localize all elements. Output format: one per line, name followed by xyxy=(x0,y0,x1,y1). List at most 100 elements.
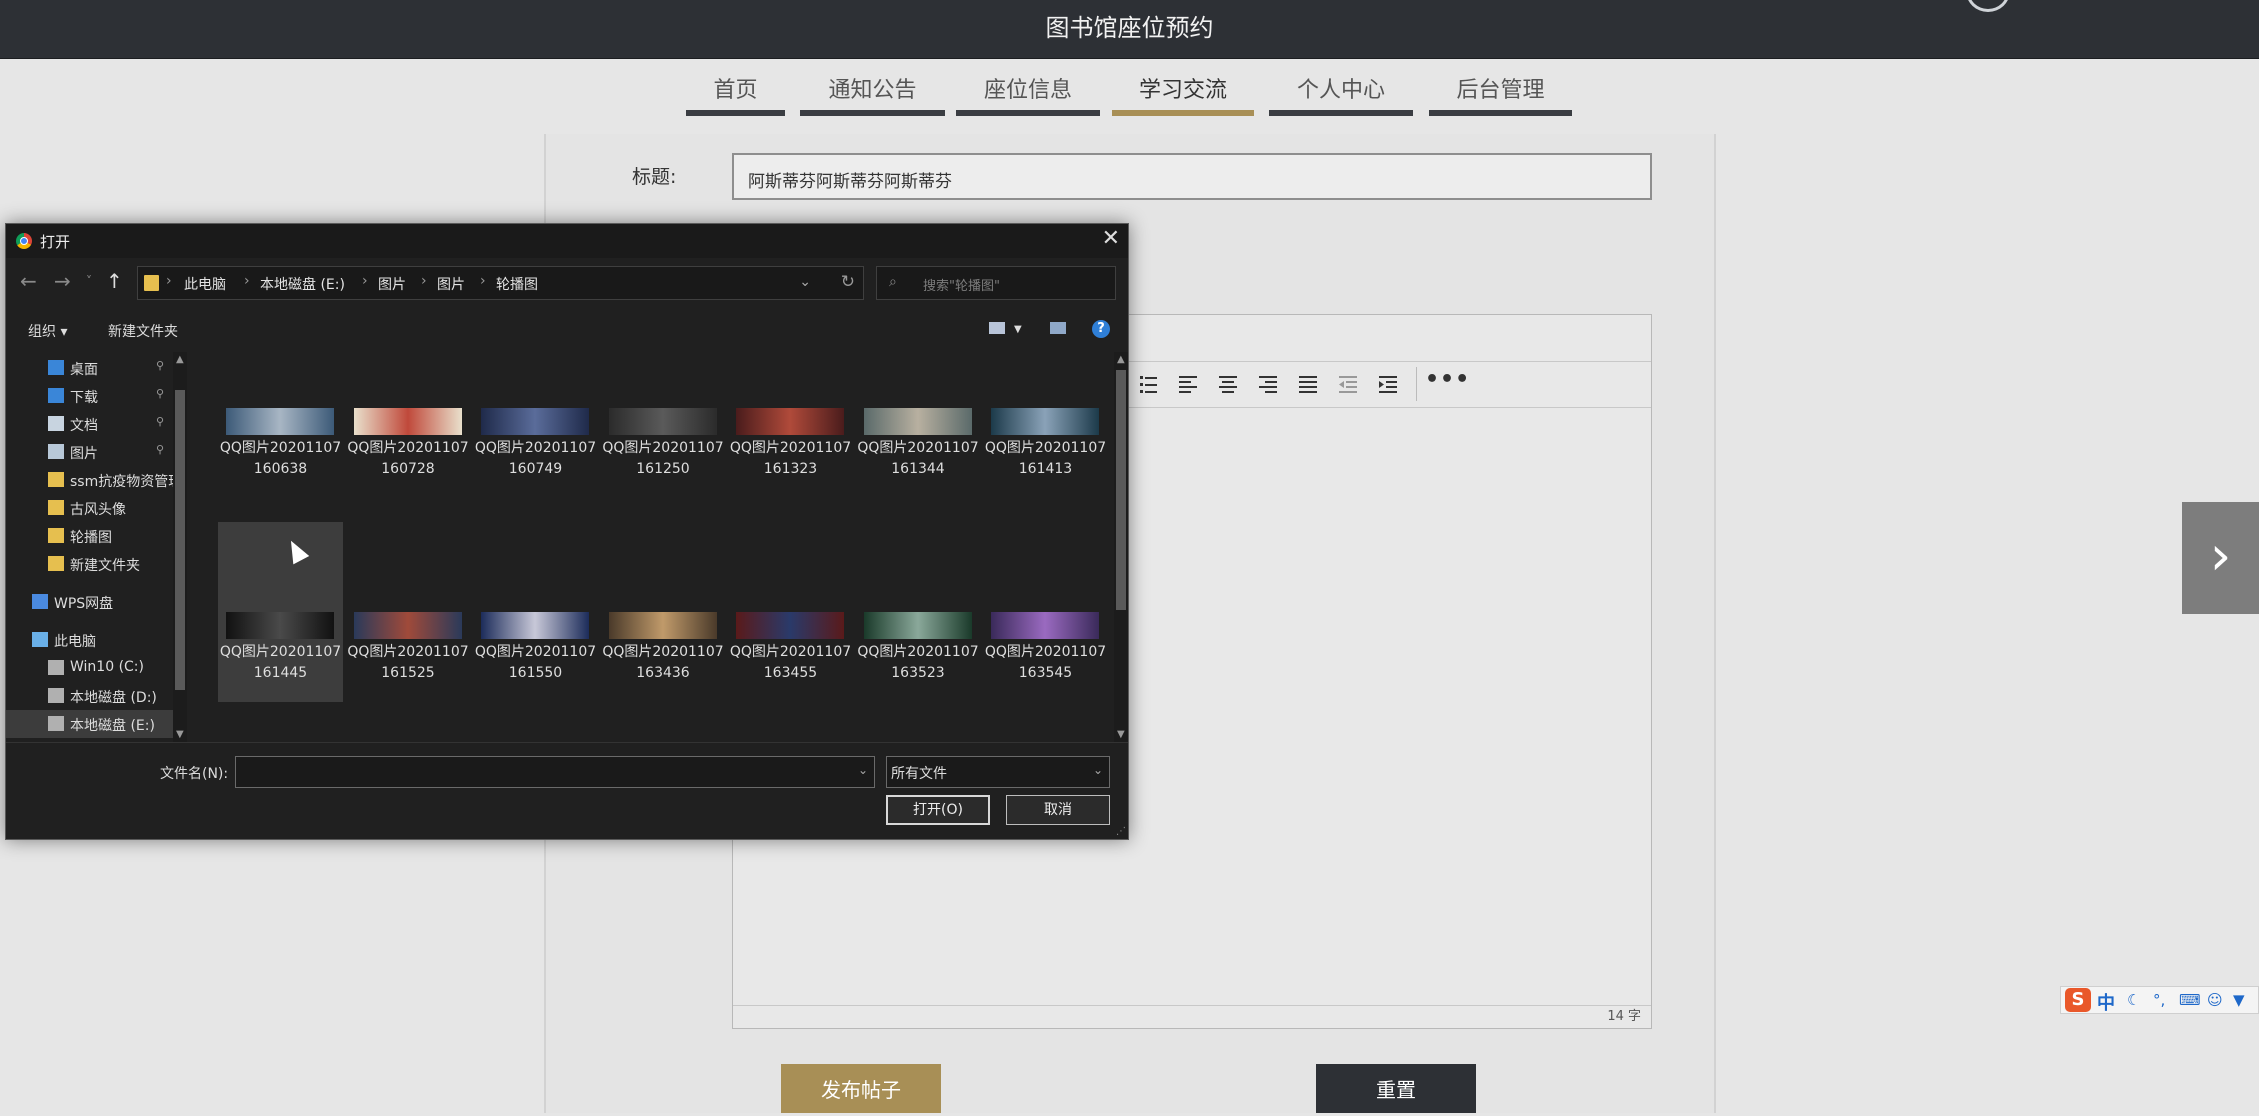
user-icon[interactable]: ☺ xyxy=(2207,991,2223,1009)
file-name: QQ图片20201107163545 xyxy=(984,644,1107,681)
publish-post-button[interactable]: 发布帖子 xyxy=(781,1064,941,1113)
breadcrumb-carousel[interactable]: 轮播图 xyxy=(496,274,538,294)
nav-pane-item[interactable]: 桌面 ⚲ xyxy=(6,354,176,382)
scroll-up-icon[interactable]: ▲ xyxy=(176,354,184,365)
recent-locations-icon[interactable]: ˅ xyxy=(86,274,92,288)
nav-pane-item[interactable]: 新建文件夹 xyxy=(6,550,176,578)
file-name: QQ图片20201107160728 xyxy=(347,440,469,477)
file-item[interactable]: QQ图片20201107163523 xyxy=(856,522,981,702)
refresh-icon[interactable]: ↻ xyxy=(841,272,855,292)
breadcrumb-this-pc[interactable]: 此电脑 xyxy=(184,274,226,294)
folder-icon xyxy=(144,275,159,291)
breadcrumb-drive-e[interactable]: 本地磁盘 (E:) xyxy=(260,274,345,294)
chevron-down-icon[interactable]: ▼ xyxy=(1014,324,1022,335)
align-right-icon[interactable] xyxy=(1257,373,1279,395)
title-input[interactable]: 阿斯蒂芬阿斯蒂芬阿斯蒂芬 xyxy=(732,153,1652,200)
scroll-up-icon[interactable]: ▲ xyxy=(1117,354,1125,365)
moon-icon[interactable]: ☾ xyxy=(2127,991,2140,1009)
nav-pane-item[interactable]: 下载 ⚲ xyxy=(6,382,176,410)
back-arrow-icon[interactable]: ← xyxy=(20,269,37,293)
file-item[interactable]: QQ图片20201107161445 xyxy=(218,522,343,702)
chevron-down-icon[interactable]: ⌄ xyxy=(1093,763,1103,777)
ime-mode-indicator[interactable]: 中 xyxy=(2097,989,2115,1015)
nav-tab-seats[interactable]: 座位信息 xyxy=(956,72,1100,116)
file-item[interactable]: QQ图片20201107161344 xyxy=(856,352,981,522)
breadcrumb-pictures[interactable]: 图片 xyxy=(378,274,406,294)
cancel-button[interactable]: 取消 xyxy=(1006,795,1110,825)
breadcrumb-separator: › xyxy=(166,273,172,289)
nav-tab-study-exchange[interactable]: 学习交流 xyxy=(1112,72,1254,116)
skin-icon[interactable]: ▼ xyxy=(2233,991,2245,1009)
align-left-icon[interactable] xyxy=(1177,373,1199,395)
scroll-down-icon[interactable]: ▼ xyxy=(1117,729,1125,740)
file-item[interactable]: QQ图片20201107160638 xyxy=(218,352,343,522)
address-bar[interactable]: › 此电脑 › 本地磁盘 (E:) › 图片 › 图片 › 轮播图 ⌄ ↻ xyxy=(137,266,864,300)
open-button[interactable]: 打开(O) xyxy=(886,795,990,825)
ime-toolbar[interactable]: S 中 ☾ °, ⌨ ☺ ▼ xyxy=(2060,986,2259,1014)
file-item[interactable]: QQ图片20201107163455 xyxy=(728,522,853,702)
nav-pane-item[interactable]: 本地磁盘 (E:) xyxy=(6,710,176,738)
chevron-down-icon[interactable]: ⌄ xyxy=(799,274,811,290)
file-name: QQ图片20201107163436 xyxy=(602,644,724,681)
up-arrow-icon[interactable]: ↑ xyxy=(106,269,123,293)
new-folder-button[interactable]: 新建文件夹 xyxy=(108,321,178,341)
nav-tab-personal-center[interactable]: 个人中心 xyxy=(1269,72,1413,116)
nav-pane-item[interactable]: 图片 ⚲ xyxy=(6,438,176,466)
outdent-icon[interactable] xyxy=(1337,373,1359,395)
file-item[interactable]: QQ图片20201107161525 xyxy=(346,522,471,702)
resize-grip-icon[interactable]: ⋰ xyxy=(1116,826,1126,837)
drive-icon xyxy=(48,716,64,731)
nav-pane-item[interactable]: 文档 ⚲ xyxy=(6,410,176,438)
punctuation-icon[interactable]: °, xyxy=(2153,991,2165,1009)
carousel-next-icon[interactable]: › xyxy=(2182,502,2259,614)
keyboard-icon[interactable]: ⌨ xyxy=(2179,991,2201,1009)
file-name: QQ图片20201107163455 xyxy=(729,644,852,681)
desktop-icon xyxy=(48,360,64,375)
nav-tab-notices[interactable]: 通知公告 xyxy=(800,72,945,116)
dialog-footer: 文件名(N): ⌄ 所有文件 ⌄ 打开(O) 取消 ⋰ xyxy=(6,742,1128,839)
breadcrumb-pictures-sub[interactable]: 图片 xyxy=(437,274,465,294)
file-item[interactable]: QQ图片20201107160749 xyxy=(473,352,598,522)
nav-pane-item[interactable]: ssm抗疫物资管理 xyxy=(6,466,176,494)
file-item[interactable]: QQ图片20201107163436 xyxy=(601,522,726,702)
file-scroll-thumb[interactable] xyxy=(1116,370,1126,610)
organize-button[interactable]: 组织 ▾ xyxy=(28,321,67,341)
nav-tab-home[interactable]: 首页 xyxy=(686,72,785,116)
file-item[interactable]: QQ图片20201107160728 xyxy=(346,352,471,522)
nav-scroll-thumb[interactable] xyxy=(175,390,185,690)
folder-icon xyxy=(48,556,64,571)
nav-tab-admin[interactable]: 后台管理 xyxy=(1429,72,1572,116)
view-options-icon[interactable] xyxy=(989,322,1005,334)
file-item[interactable]: QQ图片20201107161323 xyxy=(728,352,853,522)
address-row: ← → ˅ ↑ › 此电脑 › 本地磁盘 (E:) › 图片 › 图片 › 轮播… xyxy=(6,258,1128,308)
nav-pane-item[interactable]: 此电脑 xyxy=(6,626,176,654)
indent-icon[interactable] xyxy=(1377,373,1399,395)
file-scrollbar[interactable]: ▲ ▼ xyxy=(1114,352,1128,742)
align-justify-icon[interactable] xyxy=(1297,373,1319,395)
align-center-icon[interactable] xyxy=(1217,373,1239,395)
help-icon[interactable]: ? xyxy=(1092,320,1110,338)
filename-input[interactable]: ⌄ xyxy=(235,756,875,788)
file-item[interactable]: QQ图片20201107161413 xyxy=(983,352,1108,522)
nav-pane-item[interactable]: 轮播图 xyxy=(6,522,176,550)
filename-label: 文件名(N): xyxy=(160,766,229,782)
file-item[interactable]: QQ图片20201107161550 xyxy=(473,522,598,702)
file-type-select[interactable]: 所有文件 ⌄ xyxy=(886,756,1110,788)
preview-pane-icon[interactable] xyxy=(1050,322,1066,334)
nav-pane-item[interactable]: WPS网盘 xyxy=(6,588,176,616)
nav-pane-item[interactable]: 本地磁盘 (D:) xyxy=(6,682,176,710)
chevron-down-icon[interactable]: ⌄ xyxy=(858,763,868,777)
scroll-down-icon[interactable]: ▼ xyxy=(176,729,184,740)
nav-pane-item[interactable]: Win10 (C:) xyxy=(6,654,176,682)
nav-scrollbar[interactable]: ▲ ▼ xyxy=(173,352,187,742)
reset-button[interactable]: 重置 xyxy=(1316,1064,1476,1113)
nav-pane-item[interactable]: 古风头像 xyxy=(6,494,176,522)
search-box[interactable]: ⌕ 搜索"轮播图" xyxy=(876,266,1116,300)
file-item[interactable]: QQ图片20201107163545 xyxy=(983,522,1108,702)
list-icon[interactable] xyxy=(1137,373,1159,395)
close-icon[interactable]: ✕ xyxy=(1102,226,1120,251)
forward-arrow-icon[interactable]: → xyxy=(54,269,71,293)
more-options-icon[interactable]: ••• xyxy=(1425,367,1470,392)
drive-icon xyxy=(48,660,64,675)
file-item[interactable]: QQ图片20201107161250 xyxy=(601,352,726,522)
